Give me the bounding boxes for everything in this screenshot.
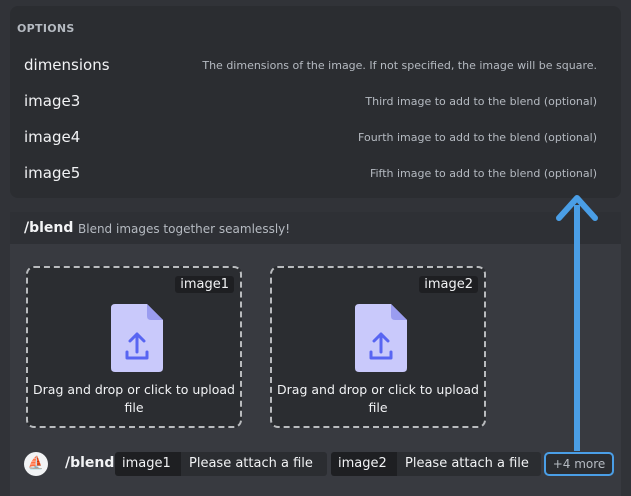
param-image2-key[interactable]: image2	[331, 452, 397, 476]
option-name: image4	[24, 128, 81, 146]
option-description: Fourth image to add to the blend (option…	[358, 131, 597, 144]
upload-file-icon	[111, 304, 163, 372]
param-image1-key[interactable]: image1	[115, 452, 181, 476]
image1-dropzone[interactable]: image1 Drag and drop or click to upload …	[26, 266, 242, 428]
blend-header: /blend Blend images together seamlessly!	[10, 212, 621, 244]
option-dimensions[interactable]: dimensions The dimensions of the image. …	[10, 48, 621, 84]
option-name: image5	[24, 164, 81, 182]
option-image3[interactable]: image3 Third image to add to the blend (…	[10, 84, 621, 120]
options-header: OPTIONS	[17, 22, 75, 35]
option-image4[interactable]: image4 Fourth image to add to the blend …	[10, 120, 621, 156]
option-image5[interactable]: image5 Fifth image to add to the blend (…	[10, 156, 621, 192]
annotation-arrow-shaft	[574, 205, 580, 451]
blend-command: /blend	[24, 220, 74, 236]
dropzone-tag: image2	[419, 276, 478, 293]
sailboat-icon: ⛵	[24, 452, 48, 476]
option-name: image3	[24, 92, 81, 110]
dropzone-tag: image1	[175, 276, 234, 293]
upload-file-icon	[355, 304, 407, 372]
blend-description: Blend images together seamlessly!	[78, 222, 291, 236]
arrow-up-icon	[556, 195, 598, 221]
option-description: Third image to add to the blend (optiona…	[365, 95, 597, 108]
dropzone-text: Drag and drop or click to upload file	[33, 382, 235, 415]
image2-dropzone[interactable]: image2 Drag and drop or click to upload …	[270, 266, 486, 428]
param-image2-value[interactable]: Please attach a file	[397, 452, 541, 476]
option-description: Fifth image to add to the blend (optiona…	[369, 167, 597, 180]
options-panel: OPTIONS dimensions The dimensions of the…	[10, 6, 621, 198]
more-options-button[interactable]: +4 more	[544, 452, 614, 476]
param-image1-value[interactable]: Please attach a file	[181, 452, 327, 476]
option-description: The dimensions of the image. If not spec…	[202, 59, 597, 72]
option-name: dimensions	[24, 56, 110, 74]
command-bar-command: /blend	[65, 455, 115, 471]
dropzone-text: Drag and drop or click to upload file	[277, 382, 479, 415]
